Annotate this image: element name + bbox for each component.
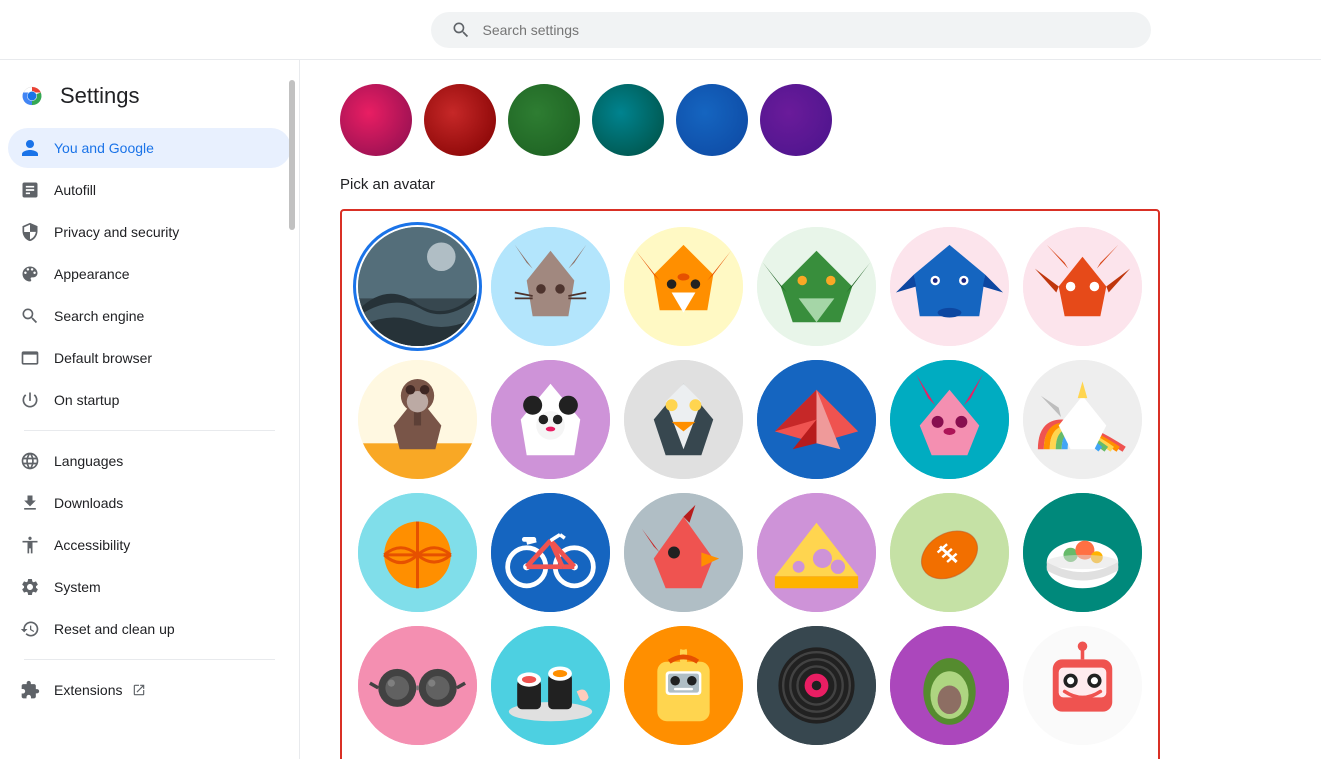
avatar-item-10[interactable] (890, 360, 1009, 479)
external-link-icon (132, 683, 146, 697)
color-swatch-5[interactable] (760, 84, 832, 156)
avatar-item-18[interactable] (358, 626, 477, 745)
sidebar-item-reset-clean-label: Reset and clean up (54, 621, 175, 637)
chrome-logo-icon (16, 80, 48, 112)
avatar-item-4[interactable] (890, 227, 1009, 346)
sidebar-divider-2 (24, 659, 275, 660)
avatar-item-5[interactable] (1023, 227, 1142, 346)
avatar-item-21[interactable] (757, 626, 876, 745)
search-bar-icon (451, 20, 471, 40)
reset-icon (20, 619, 40, 639)
search-input[interactable] (483, 22, 1131, 38)
accessibility-icon (20, 535, 40, 555)
sidebar-item-search-engine-label: Search engine (54, 308, 144, 324)
sidebar-item-system[interactable]: System (8, 567, 291, 607)
avatar-item-19[interactable] (491, 626, 610, 745)
sidebar-item-default-browser[interactable]: Default browser (8, 338, 291, 378)
sidebar-item-autofill-label: Autofill (54, 182, 96, 198)
sidebar-item-downloads[interactable]: Downloads (8, 483, 291, 523)
shield-icon (20, 222, 40, 242)
avatar-item-22[interactable] (890, 626, 1009, 745)
palette-icon (20, 264, 40, 284)
sidebar-item-languages-label: Languages (54, 453, 123, 469)
puzzle-icon (20, 680, 40, 700)
download-icon (20, 493, 40, 513)
sidebar-item-you-and-google-label: You and Google (54, 140, 154, 156)
avatar-item-8[interactable] (624, 360, 743, 479)
sidebar-scrollbar[interactable] (289, 80, 295, 230)
sidebar-item-extensions[interactable]: Extensions (8, 670, 291, 710)
power-icon (20, 390, 40, 410)
sidebar-divider-1 (24, 430, 275, 431)
pick-avatar-title: Pick an avatar (340, 176, 1160, 193)
sidebar-item-privacy-label: Privacy and security (54, 224, 179, 240)
sidebar-item-search-engine[interactable]: Search engine (8, 296, 291, 336)
sidebar-nav: You and Google Autofill Privacy and secu… (0, 128, 299, 710)
sidebar-item-you-and-google[interactable]: You and Google (8, 128, 291, 168)
content-area: Pick an avatar (300, 60, 1200, 759)
avatar-item-20[interactable] (624, 626, 743, 745)
sidebar-item-extensions-label: Extensions (54, 682, 122, 698)
color-swatch-0[interactable] (340, 84, 412, 156)
sidebar-item-appearance[interactable]: Appearance (8, 254, 291, 294)
avatar-item-11[interactable] (1023, 360, 1142, 479)
sidebar-header: Settings (0, 70, 299, 128)
sidebar-item-appearance-label: Appearance (54, 266, 130, 282)
sidebar-item-on-startup-label: On startup (54, 392, 119, 408)
color-swatch-4[interactable] (676, 84, 748, 156)
avatar-grid-wrapper (340, 209, 1160, 759)
avatar-item-15[interactable] (757, 493, 876, 612)
avatar-item-7[interactable] (491, 360, 610, 479)
avatar-item-6[interactable] (358, 360, 477, 479)
autofill-icon (20, 180, 40, 200)
sidebar-item-on-startup[interactable]: On startup (8, 380, 291, 420)
avatar-item-2[interactable] (624, 227, 743, 346)
sidebar-item-default-browser-label: Default browser (54, 350, 152, 366)
sidebar-item-accessibility-label: Accessibility (54, 537, 130, 553)
sidebar: Settings You and Google Autofill Privacy… (0, 60, 300, 759)
person-icon (20, 138, 40, 158)
browser-icon (20, 348, 40, 368)
avatar-item-13[interactable] (491, 493, 610, 612)
sidebar-item-autofill[interactable]: Autofill (8, 170, 291, 210)
color-swatches-row (340, 76, 1160, 156)
color-swatch-3[interactable] (592, 84, 664, 156)
search-icon (20, 306, 40, 326)
color-swatch-2[interactable] (508, 84, 580, 156)
extensions-label-wrap: Extensions (54, 682, 146, 698)
system-icon (20, 577, 40, 597)
avatar-grid (358, 227, 1142, 759)
color-swatch-1[interactable] (424, 84, 496, 156)
sidebar-item-reset-clean[interactable]: Reset and clean up (8, 609, 291, 649)
sidebar-item-downloads-label: Downloads (54, 495, 123, 511)
avatar-item-23[interactable] (1023, 626, 1142, 745)
avatar-item-12[interactable] (358, 493, 477, 612)
avatar-item-17[interactable] (1023, 493, 1142, 612)
avatar-item-3[interactable] (757, 227, 876, 346)
pick-avatar-section: Pick an avatar (340, 176, 1160, 759)
globe-icon (20, 451, 40, 471)
sidebar-item-privacy-security[interactable]: Privacy and security (8, 212, 291, 252)
sidebar-item-system-label: System (54, 579, 101, 595)
avatar-item-16[interactable] (890, 493, 1009, 612)
sidebar-item-languages[interactable]: Languages (8, 441, 291, 481)
main-content: Pick an avatar (300, 60, 1321, 759)
sidebar-item-accessibility[interactable]: Accessibility (8, 525, 291, 565)
avatar-item-0[interactable] (358, 227, 477, 346)
avatar-item-1[interactable] (491, 227, 610, 346)
avatar-item-9[interactable] (757, 360, 876, 479)
avatar-item-14[interactable] (624, 493, 743, 612)
app-title: Settings (60, 83, 140, 109)
